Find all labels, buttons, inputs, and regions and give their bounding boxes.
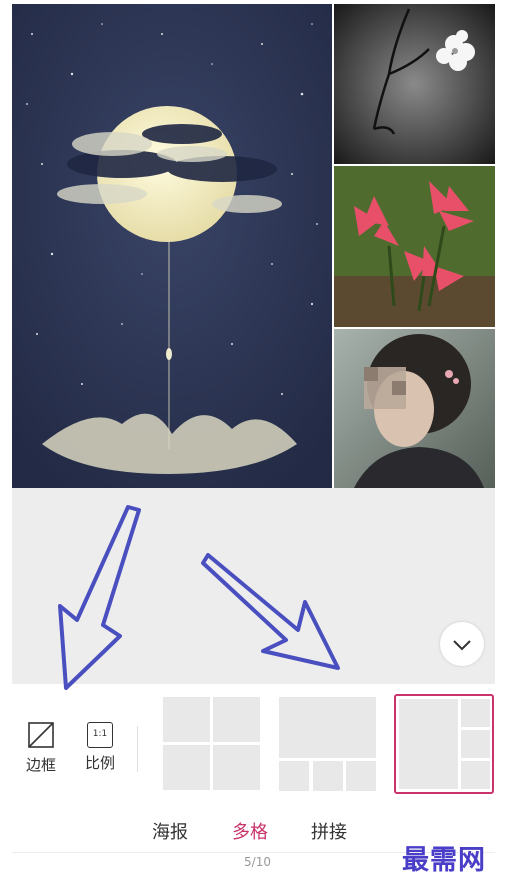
chevron-down-icon (453, 640, 471, 651)
layout-grid-2x2[interactable] (162, 694, 262, 794)
collapse-button[interactable] (440, 622, 484, 666)
border-slash-icon (28, 722, 54, 748)
layout-one-left-three-right-selected[interactable] (394, 694, 494, 794)
layout-one-top-three-bottom[interactable] (278, 694, 378, 794)
tab-pinjie[interactable]: 拼接 (311, 818, 347, 844)
border-tool-button[interactable]: 边框 (19, 720, 63, 775)
border-tool-label: 边框 (25, 756, 56, 774)
ratio-tool-label: 比例 (84, 754, 115, 772)
ratio-tool-button[interactable]: 1:1 比例 (78, 720, 122, 773)
tab-haibao[interactable]: 海报 (152, 818, 188, 844)
ratio-icon: 1:1 (87, 722, 113, 748)
toolbar-divider (137, 726, 138, 772)
tab-duoge[interactable]: 多格 (232, 818, 268, 844)
watermark-logo: 最需网 (402, 845, 486, 876)
